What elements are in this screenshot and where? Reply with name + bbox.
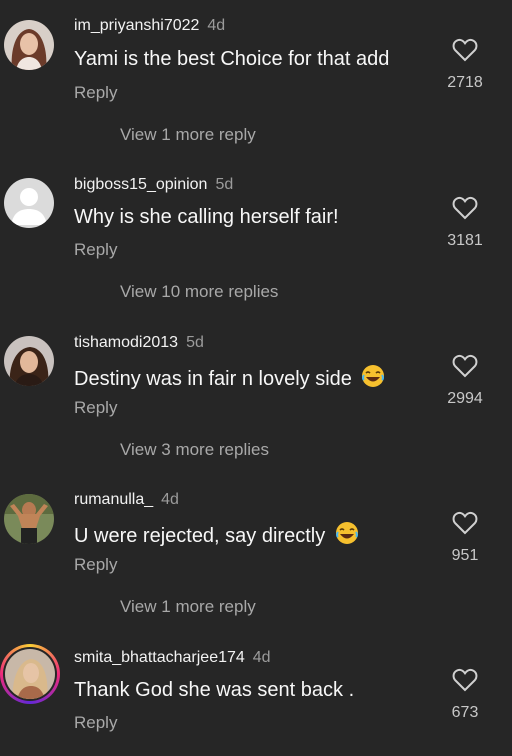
reply-button[interactable]: Reply bbox=[74, 713, 117, 733]
reply-button[interactable]: Reply bbox=[74, 240, 117, 260]
view-more-replies[interactable]: View 1 more reply bbox=[120, 125, 256, 145]
avatar[interactable] bbox=[4, 494, 54, 544]
like-count: 2718 bbox=[447, 74, 483, 91]
reply-button[interactable]: Reply bbox=[74, 398, 117, 418]
heart-icon bbox=[452, 668, 478, 692]
like-button[interactable]: 673 bbox=[440, 668, 490, 722]
view-more-replies[interactable]: View 10 more replies bbox=[120, 282, 278, 302]
comment-time: 5d bbox=[215, 176, 234, 193]
heart-icon bbox=[452, 196, 478, 220]
comment-username[interactable]: smita_bhattacharjee174 bbox=[74, 649, 245, 666]
comment-username[interactable]: rumanulla_ bbox=[74, 491, 153, 508]
heart-icon bbox=[452, 511, 478, 535]
like-button[interactable]: 3181 bbox=[440, 196, 490, 250]
laughing-emoji-icon bbox=[362, 365, 385, 387]
heart-icon bbox=[452, 38, 478, 62]
heart-icon bbox=[452, 354, 478, 378]
comment-time: 5d bbox=[186, 334, 204, 351]
comment-time: 4d bbox=[252, 649, 271, 666]
comment-text: Thank God she was sent back . bbox=[74, 679, 355, 701]
avatar bbox=[5, 649, 55, 699]
comment-username[interactable]: bigboss15_opinion bbox=[74, 176, 207, 193]
reply-button[interactable]: Reply bbox=[74, 555, 117, 575]
view-more-replies[interactable]: View 1 more reply bbox=[120, 597, 256, 617]
comment-time: 4d bbox=[161, 491, 179, 508]
like-count: 2994 bbox=[447, 390, 483, 407]
like-count: 951 bbox=[451, 547, 479, 564]
comment-username[interactable]: im_priyanshi7022 bbox=[74, 17, 199, 34]
avatar[interactable] bbox=[4, 336, 54, 386]
like-count: 673 bbox=[451, 704, 479, 721]
avatar[interactable] bbox=[4, 178, 54, 228]
laughing-emoji-icon bbox=[335, 522, 358, 544]
like-button[interactable]: 2718 bbox=[440, 38, 490, 92]
comment-time: 4d bbox=[207, 17, 226, 34]
like-button[interactable]: 951 bbox=[440, 511, 490, 565]
comment-text: Yami is the best Choice for that add bbox=[74, 48, 390, 70]
avatar[interactable] bbox=[4, 20, 54, 70]
view-more-replies[interactable]: View 3 more replies bbox=[120, 440, 269, 460]
story-ring[interactable] bbox=[0, 644, 60, 704]
like-button[interactable]: 2994 bbox=[440, 354, 490, 408]
reply-button[interactable]: Reply bbox=[74, 83, 117, 103]
like-count: 3181 bbox=[447, 232, 483, 249]
comment-username[interactable]: tishamodi2013 bbox=[74, 334, 178, 351]
comment-text: Why is she calling herself fair! bbox=[74, 206, 339, 228]
comment-text: U were rejected, say directly bbox=[74, 525, 326, 547]
comment-text: Destiny was in fair n lovely side bbox=[74, 368, 352, 390]
